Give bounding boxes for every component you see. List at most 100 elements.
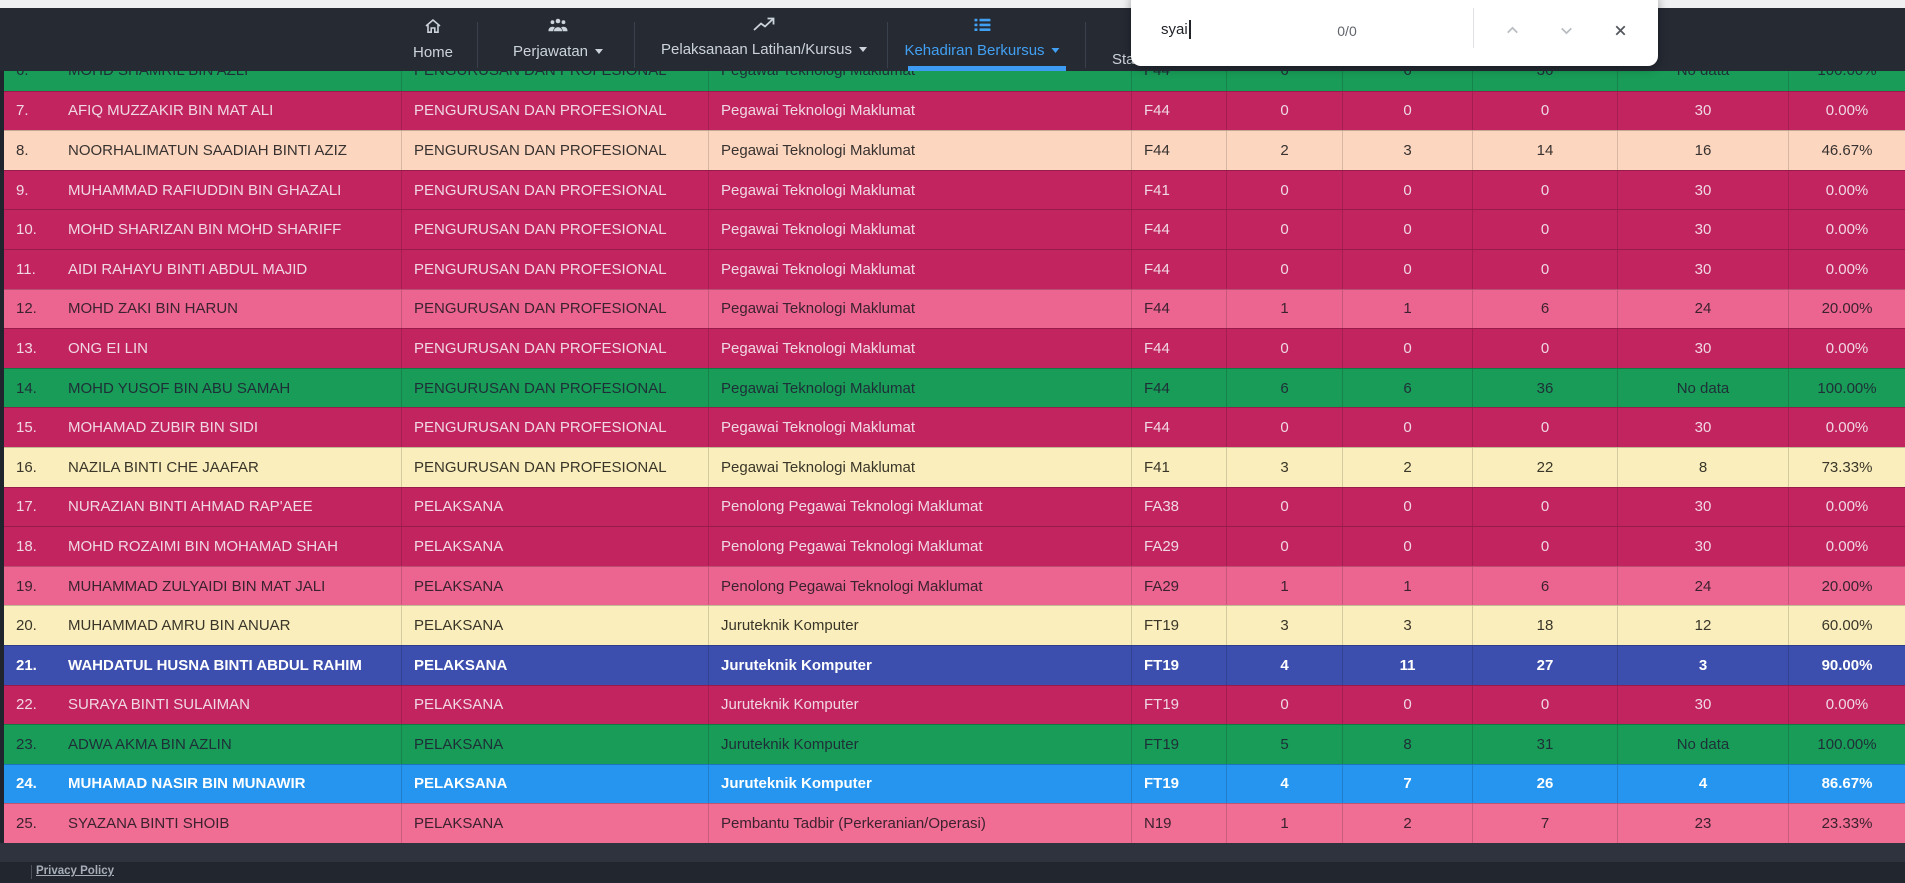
nav-item-kehadiran-berkursus[interactable]: Kehadiran Berkursus — [904, 17, 1059, 59]
table-row[interactable]: 15.MOHAMAD ZUBIR BIN SIDIPENGURUSAN DAN … — [4, 407, 1905, 447]
employee-name: MOHD ROZAIMI BIN MOHAMAD SHAH — [56, 527, 402, 566]
table-row[interactable]: 8.NOORHALIMATUN SAADIAH BINTI AZIZPENGUR… — [4, 130, 1905, 170]
value-col-5: 0.00% — [1789, 171, 1905, 210]
value-col-2: 0 — [1343, 329, 1473, 368]
value-col-1: 0 — [1227, 92, 1343, 131]
employee-name: MOHAMAD ZUBIR BIN SIDI — [56, 408, 402, 447]
value-col-5: 0.00% — [1789, 488, 1905, 527]
value-col-5: 0.00% — [1789, 250, 1905, 289]
value-col-3: 0 — [1473, 488, 1618, 527]
table-row[interactable]: 17.NURAZIAN BINTI AHMAD RAP'AEEPELAKSANA… — [4, 487, 1905, 527]
table-row[interactable]: 24.MUHAMAD NASIR BIN MUNAWIRPELAKSANAJur… — [4, 764, 1905, 804]
position-title: Pegawai Teknologi Maklumat — [709, 290, 1132, 329]
position-title: Juruteknik Komputer — [709, 686, 1132, 725]
service-category: PENGURUSAN DAN PROFESIONAL — [402, 92, 709, 131]
table-row[interactable]: 12.MOHD ZAKI BIN HARUNPENGURUSAN DAN PRO… — [4, 289, 1905, 329]
value-col-2: 0 — [1343, 408, 1473, 447]
table-row[interactable]: 10.MOHD SHARIZAN BIN MOHD SHARIFFPENGURU… — [4, 209, 1905, 249]
grade: F44 — [1132, 250, 1227, 289]
grade: F44 — [1132, 408, 1227, 447]
position-title: Pegawai Teknologi Maklumat — [709, 448, 1132, 487]
value-col-1: 0 — [1227, 171, 1343, 210]
table-row[interactable]: 21.WAHDATUL HUSNA BINTI ABDUL RAHIMPELAK… — [4, 645, 1905, 685]
value-col-1: 2 — [1227, 131, 1343, 170]
row-number: 16. — [4, 448, 56, 487]
nav-item-home[interactable]: Home — [413, 17, 453, 61]
find-previous-button[interactable] — [1495, 16, 1529, 50]
grade: FA29 — [1132, 527, 1227, 566]
grade: FT19 — [1132, 646, 1227, 685]
value-col-2: 0 — [1343, 250, 1473, 289]
grade: FT19 — [1132, 725, 1227, 764]
table-row[interactable]: 16.NAZILA BINTI CHE JAAFARPENGURUSAN DAN… — [4, 447, 1905, 487]
table-row[interactable]: 13.ONG EI LINPENGURUSAN DAN PROFESIONALP… — [4, 328, 1905, 368]
grade: FA29 — [1132, 567, 1227, 606]
position-title: Pegawai Teknologi Maklumat — [709, 131, 1132, 170]
grade: FA38 — [1132, 488, 1227, 527]
find-close-button[interactable] — [1603, 16, 1637, 50]
value-col-3: 6 — [1473, 290, 1618, 329]
value-col-4: 16 — [1618, 131, 1789, 170]
value-col-3: 18 — [1473, 606, 1618, 645]
find-input[interactable]: syai — [1161, 20, 1191, 39]
value-col-2: 0 — [1343, 171, 1473, 210]
value-col-4: 30 — [1618, 329, 1789, 368]
row-number: 11. — [4, 250, 56, 289]
nav-item-perjawatan[interactable]: Perjawatan — [513, 17, 603, 60]
nav-item-pelaksanaan-latihan[interactable]: Pelaksanaan Latihan/Kursus — [661, 17, 867, 58]
caret-down-icon — [595, 49, 603, 54]
service-category: PELAKSANA — [402, 765, 709, 804]
employee-name: AIDI RAHAYU BINTI ABDUL MAJID — [56, 250, 402, 289]
table-row[interactable]: 22.SURAYA BINTI SULAIMANPELAKSANAJurutek… — [4, 685, 1905, 725]
position-title: Juruteknik Komputer — [709, 646, 1132, 685]
row-number: 18. — [4, 527, 56, 566]
value-col-5: 100.00% — [1789, 369, 1905, 408]
table-row[interactable]: 9.MUHAMMAD RAFIUDDIN BIN GHAZALIPENGURUS… — [4, 170, 1905, 210]
privacy-policy-link[interactable]: Privacy Policy — [36, 865, 114, 877]
grade: F44 — [1132, 210, 1227, 249]
row-number: 22. — [4, 686, 56, 725]
row-number: 15. — [4, 408, 56, 447]
value-col-2: 6 — [1343, 369, 1473, 408]
value-col-5: 86.67% — [1789, 765, 1905, 804]
table-row[interactable]: 19.MUHAMMAD ZULYAIDI BIN MAT JALIPELAKSA… — [4, 566, 1905, 606]
employee-name: NAZILA BINTI CHE JAAFAR — [56, 448, 402, 487]
value-col-3: 0 — [1473, 210, 1618, 249]
table-row[interactable]: 11.AIDI RAHAYU BINTI ABDUL MAJIDPENGURUS… — [4, 249, 1905, 289]
value-col-4: No data — [1618, 369, 1789, 408]
table-row[interactable]: 25.SYAZANA BINTI SHOIBPELAKSANAPembantu … — [4, 803, 1905, 843]
position-title: Pegawai Teknologi Maklumat — [709, 92, 1132, 131]
service-category: PELAKSANA — [402, 725, 709, 764]
table-row[interactable]: 7.AFIQ MUZZAKIR BIN MAT ALIPENGURUSAN DA… — [4, 91, 1905, 131]
find-next-button[interactable] — [1549, 16, 1583, 50]
value-col-4: 30 — [1618, 686, 1789, 725]
grade: F44 — [1132, 290, 1227, 329]
value-col-4: 24 — [1618, 567, 1789, 606]
find-bar: syai 0/0 — [1131, 0, 1658, 66]
table-row[interactable]: 14.MOHD YUSOF BIN ABU SAMAHPENGURUSAN DA… — [4, 368, 1905, 408]
value-col-3: 0 — [1473, 171, 1618, 210]
value-col-5: 100.00% — [1789, 725, 1905, 764]
value-col-4: 30 — [1618, 488, 1789, 527]
service-category: PENGURUSAN DAN PROFESIONAL — [402, 171, 709, 210]
value-col-1: 0 — [1227, 210, 1343, 249]
table-row[interactable]: 18.MOHD ROZAIMI BIN MOHAMAD SHAHPELAKSAN… — [4, 526, 1905, 566]
value-col-5: 23.33% — [1789, 804, 1905, 843]
employee-name: ONG EI LIN — [56, 329, 402, 368]
employee-name: MUHAMMAD AMRU BIN ANUAR — [56, 606, 402, 645]
table-row[interactable]: 23.ADWA AKMA BIN AZLINPELAKSANAJurutekni… — [4, 724, 1905, 764]
value-col-1: 1 — [1227, 804, 1343, 843]
table-row[interactable]: 20.MUHAMMAD AMRU BIN ANUARPELAKSANAJurut… — [4, 605, 1905, 645]
value-col-5: 73.33% — [1789, 448, 1905, 487]
row-number: 14. — [4, 369, 56, 408]
row-number: 9. — [4, 171, 56, 210]
grade: F44 — [1132, 369, 1227, 408]
grade: F44 — [1132, 329, 1227, 368]
employee-name: MUHAMMAD ZULYAIDI BIN MAT JALI — [56, 567, 402, 606]
nav-separator — [1085, 22, 1086, 68]
value-col-2: 2 — [1343, 804, 1473, 843]
employee-name: MOHD SHARIZAN BIN MOHD SHARIFF — [56, 210, 402, 249]
service-category: PELAKSANA — [402, 646, 709, 685]
value-col-3: 31 — [1473, 725, 1618, 764]
value-col-5: 0.00% — [1789, 92, 1905, 131]
